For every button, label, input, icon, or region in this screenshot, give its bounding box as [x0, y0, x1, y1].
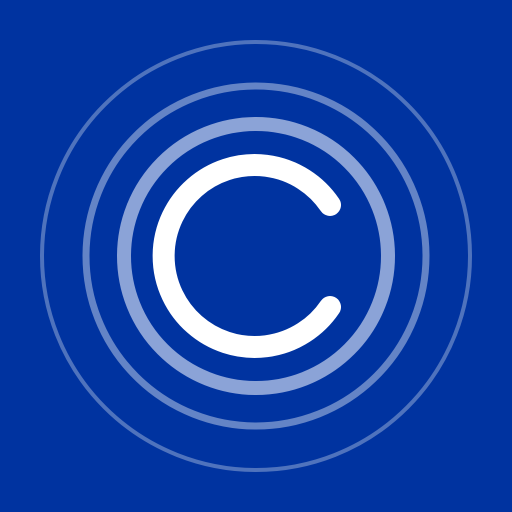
- icon-background: [0, 0, 512, 512]
- app-icon: [0, 0, 512, 512]
- copyright-c-ripple-icon: [0, 0, 512, 512]
